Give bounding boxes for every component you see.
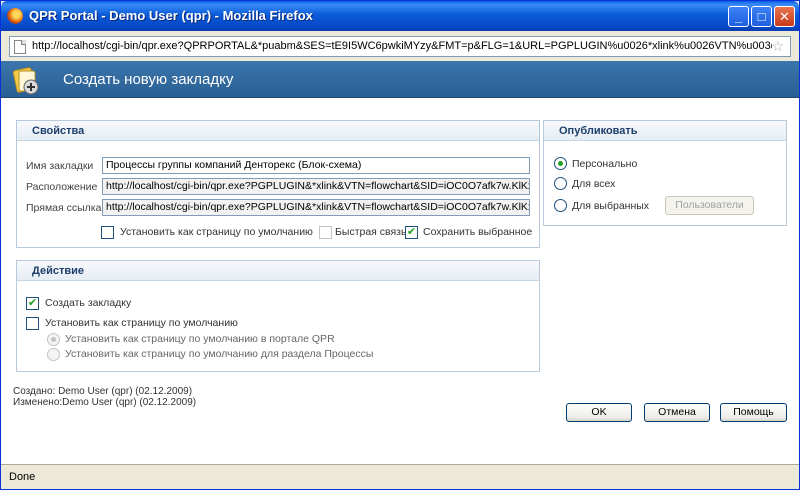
dialog-banner: Создать новую закладку <box>1 61 799 98</box>
create-bookmark-checkbox[interactable]: ✔ <box>26 297 39 310</box>
section-default-label: Установить как страницу по умолчанию для… <box>65 348 374 360</box>
minimize-button[interactable]: _ <box>728 6 749 27</box>
url-text[interactable]: http://localhost/cgi-bin/qpr.exe?QPRPORT… <box>32 40 772 52</box>
personal-label: Персонально <box>572 158 638 170</box>
bookmark-name-input[interactable]: Процессы группы компаний Денторекс (Блок… <box>102 157 530 174</box>
dialog-title: Создать новую закладку <box>63 71 234 88</box>
maximize-button[interactable]: □ <box>751 6 772 27</box>
set-default-checkbox[interactable] <box>26 317 39 330</box>
quick-link-label: Быстрая связь <box>335 226 407 238</box>
all-label: Для всех <box>572 178 616 190</box>
personal-radio[interactable] <box>554 157 567 170</box>
all-radio[interactable] <box>554 177 567 190</box>
direct-link-field[interactable]: http://localhost/cgi-bin/qpr.exe?PGPLUGI… <box>102 199 530 216</box>
portal-default-label: Установить как страницу по умолчанию в п… <box>65 333 335 345</box>
quick-link-checkbox[interactable] <box>319 226 332 239</box>
firefox-icon <box>7 8 23 24</box>
modified-info: Изменено:Demo User (qpr) (02.12.2009) <box>13 397 197 408</box>
default-page-checkbox[interactable] <box>101 226 114 239</box>
window-title: QPR Portal - Demo User (qpr) - Mozilla F… <box>29 8 313 23</box>
users-button[interactable]: Пользователи <box>665 196 754 215</box>
browser-window: QPR Portal - Demo User (qpr) - Mozilla F… <box>0 0 800 490</box>
properties-heading: Свойства <box>17 121 539 141</box>
selected-radio[interactable] <box>554 199 567 212</box>
ok-button[interactable]: OK <box>566 403 632 422</box>
portal-default-radio[interactable] <box>47 333 60 346</box>
create-bookmark-label: Создать закладку <box>45 297 132 309</box>
bookmark-star-icon[interactable]: ☆ <box>771 38 784 55</box>
default-page-label: Установить как страницу по умолчанию <box>120 226 313 238</box>
name-label: Имя закладки <box>26 160 94 172</box>
save-selected-checkbox[interactable]: ✔ <box>405 226 418 239</box>
properties-panel: Свойства Имя закладки Процессы группы ко… <box>16 120 540 248</box>
set-default-label: Установить как страницу по умолчанию <box>45 317 238 329</box>
title-bar[interactable]: QPR Portal - Demo User (qpr) - Mozilla F… <box>1 1 799 31</box>
status-text: Done <box>9 471 36 483</box>
cancel-button[interactable]: Отмена <box>644 403 710 422</box>
help-button[interactable]: Помощь <box>720 403 787 422</box>
action-panel: Действие ✔ Создать закладку Установить к… <box>16 260 540 372</box>
section-default-radio[interactable] <box>47 348 60 361</box>
close-button[interactable]: ✕ <box>774 6 795 27</box>
location-label: Расположение <box>26 181 98 193</box>
location-field[interactable]: http://localhost/cgi-bin/qpr.exe?PGPLUGI… <box>102 178 530 195</box>
status-bar: Done <box>1 464 799 489</box>
direct-link-label: Прямая ссылка <box>26 202 102 214</box>
bookmark-add-icon <box>12 67 39 95</box>
dialog-content: Свойства Имя закладки Процессы группы ко… <box>1 98 799 464</box>
publish-heading: Опубликовать <box>544 121 786 141</box>
page-icon <box>14 40 26 54</box>
selected-label: Для выбранных <box>572 200 650 212</box>
save-selected-label: Сохранить выбранное <box>423 226 533 238</box>
url-field[interactable]: http://localhost/cgi-bin/qpr.exe?QPRPORT… <box>9 36 791 57</box>
address-bar: http://localhost/cgi-bin/qpr.exe?QPRPORT… <box>1 31 799 61</box>
action-heading: Действие <box>17 261 539 281</box>
publish-panel: Опубликовать Персонально Для всех Для вы… <box>543 120 787 226</box>
created-info: Создано: Demo User (qpr) (02.12.2009) <box>13 386 193 397</box>
